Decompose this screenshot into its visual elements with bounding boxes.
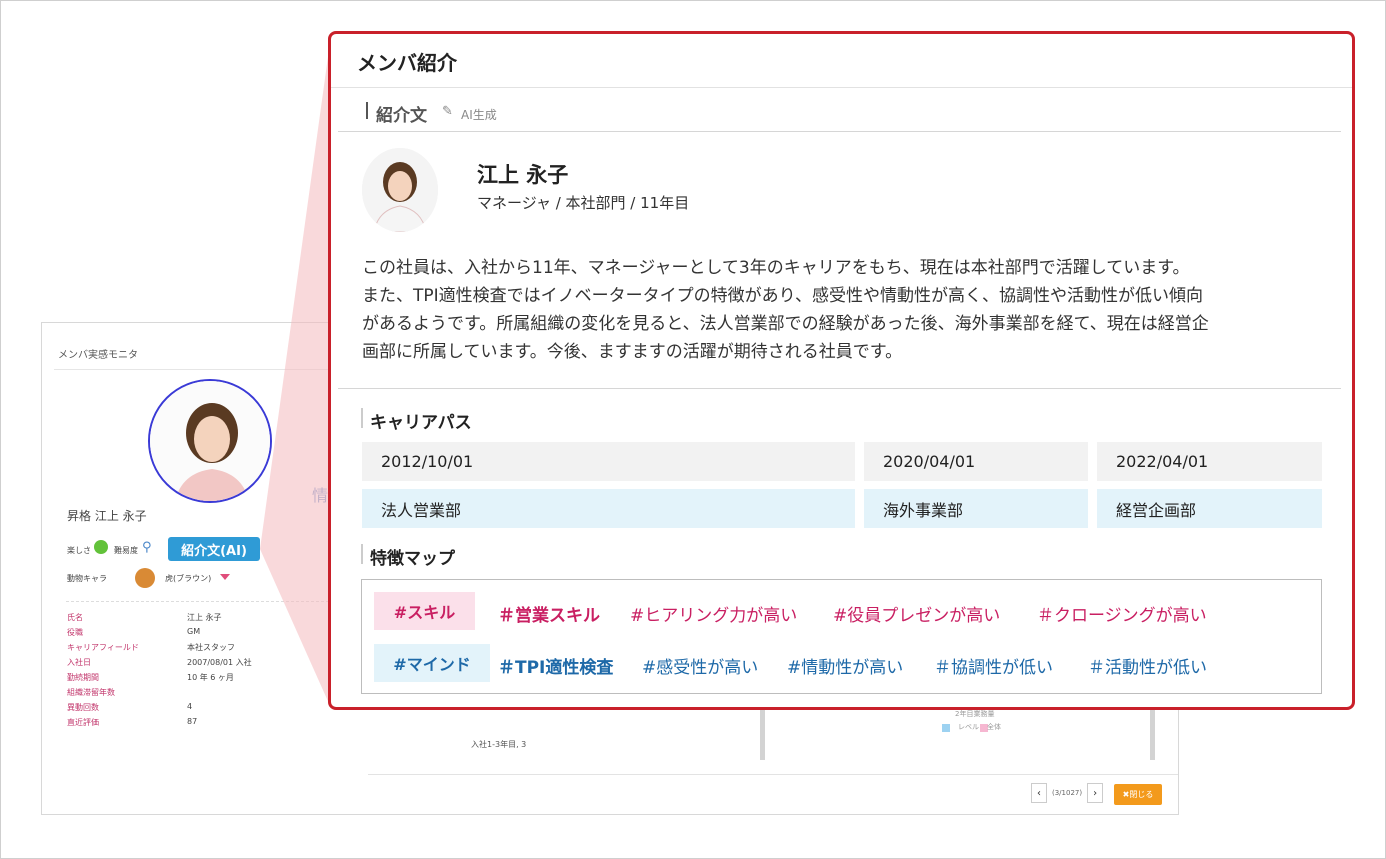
member-name: 江上 永子 <box>477 163 569 187</box>
prev-page-button[interactable]: ‹ <box>1031 783 1047 803</box>
magic-wand-icon: ✎ <box>442 104 453 119</box>
field-label: 直近評価 <box>67 718 99 727</box>
enjoyment-label: 楽しさ <box>67 546 91 555</box>
section-marker <box>361 544 363 564</box>
skill-tag: #ヒアリング力が高い <box>630 606 798 626</box>
animal-label: 動物キャラ <box>67 574 107 583</box>
member-name-line: 昇格 江上 永子 <box>67 509 147 523</box>
skill-tag: ＃クロージングが高い <box>1037 606 1207 626</box>
mind-category-tag: #マインド <box>374 644 490 682</box>
section-marker <box>366 102 368 119</box>
dashed-divider <box>66 601 334 602</box>
field-label: 勤続期間 <box>67 673 99 682</box>
field-value: 10 年 6 ヶ月 <box>187 673 234 682</box>
chevron-down-icon[interactable] <box>220 574 230 580</box>
chart-bar <box>760 710 765 760</box>
legend-swatch <box>942 724 950 732</box>
mind-tag: ＃協調性が低い <box>934 658 1053 678</box>
legend-label: 全体 <box>987 723 1001 731</box>
animal-value: 虎(ブラウン) <box>165 574 212 583</box>
intro-text-line: この社員は、入社から11年、マネージャーとして3年のキャリアをもち、現在は本社部… <box>362 258 1190 278</box>
next-page-button[interactable]: › <box>1087 783 1104 803</box>
field-label: キャリアフィールド <box>67 643 139 652</box>
section-divider <box>338 131 1341 132</box>
ai-generated-label: AI生成 <box>461 108 497 122</box>
skill-tag: ＃営業スキル <box>498 606 600 626</box>
panel-title: メンバ実感モニタ <box>58 350 138 361</box>
field-value: 江上 永子 <box>187 613 222 622</box>
career-date: 2020/04/01 <box>864 442 1088 481</box>
smile-icon <box>94 540 108 554</box>
field-label: 氏名 <box>67 613 83 622</box>
intro-text-line: また、TPI適性検査ではイノベータータイプの特徴があり、感受性や情動性が高く、協… <box>362 286 1203 306</box>
avatar <box>362 148 438 232</box>
page-count: (3/1027) <box>1052 789 1083 797</box>
intro-text-line: があるようです。所属組織の変化を見ると、法人営業部での経験があった後、海外事業部… <box>362 314 1209 334</box>
modal-title: メンバ紹介 <box>357 51 457 75</box>
section-marker <box>361 408 363 428</box>
skill-tag: #役員プレゼンが高い <box>833 606 1001 626</box>
mind-tag: ＃活動性が低い <box>1088 658 1207 678</box>
intro-text-line: 画部に所属しています。今後、ますますの活躍が期待される社員です。 <box>362 342 903 362</box>
field-value: 2007/08/01 入社 <box>187 658 252 667</box>
legend-title: 2年目業務量 <box>955 710 995 718</box>
career-department: 海外事業部 <box>864 489 1088 528</box>
career-date: 2012/10/01 <box>362 442 855 481</box>
chart-label: 入社1-3年目, 3 <box>471 740 527 749</box>
footer-divider <box>368 774 1178 775</box>
tiger-icon <box>135 568 155 588</box>
field-label: 役職 <box>67 628 83 637</box>
section-divider <box>338 388 1341 389</box>
legend-label: レベル <box>958 723 979 731</box>
intro-ai-button[interactable]: 紹介文(AI) <box>168 537 260 561</box>
partial-heading: 情 <box>312 486 329 505</box>
intro-section-title: 紹介文 <box>376 106 427 126</box>
field-label: 異動回数 <box>67 703 99 712</box>
mind-tag: ＃TPI適性検査 <box>498 658 614 678</box>
career-department: 経営企画部 <box>1097 489 1322 528</box>
field-value: GM <box>187 627 201 636</box>
mind-tag: #情動性が高い <box>787 658 904 678</box>
panel-divider <box>54 369 354 370</box>
career-date: 2022/04/01 <box>1097 442 1322 481</box>
career-path-title: キャリアパス <box>370 413 472 433</box>
field-value: 87 <box>187 717 198 726</box>
mind-tag: #感受性が高い <box>642 658 759 678</box>
avatar <box>148 379 272 503</box>
feature-map-title: 特徴マップ <box>370 549 455 569</box>
difficulty-label: 難易度 <box>114 546 138 555</box>
chart-bar <box>1150 710 1155 760</box>
field-value: 本社スタッフ <box>187 643 235 652</box>
member-role: マネージャ / 本社部門 / 11年目 <box>477 194 690 212</box>
field-value: 4 <box>187 702 193 711</box>
field-label: 入社日 <box>67 658 91 667</box>
pager: ‹ (3/1027) › <box>1031 783 1104 803</box>
person-icon: ⚲ <box>142 540 152 555</box>
skill-category-tag: #スキル <box>374 592 475 630</box>
close-button[interactable]: ✖閉じる <box>1114 784 1162 805</box>
title-divider <box>331 87 1352 88</box>
career-department: 法人営業部 <box>362 489 855 528</box>
field-label: 組織滞留年数 <box>67 688 115 697</box>
